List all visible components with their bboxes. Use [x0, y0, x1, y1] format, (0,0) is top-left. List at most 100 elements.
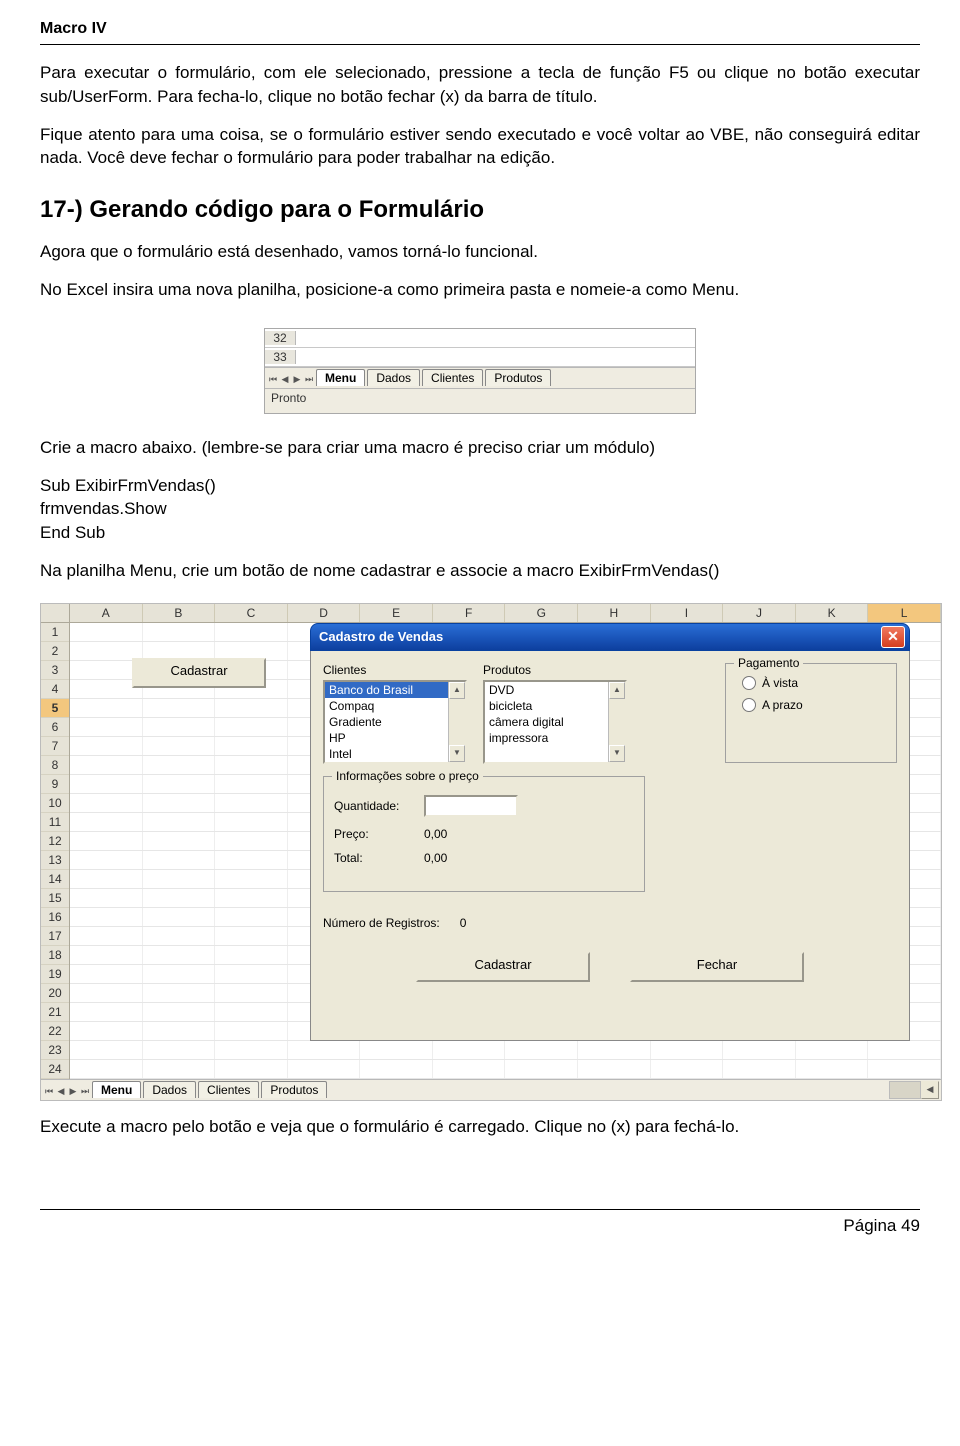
list-item[interactable]: Intel: [325, 746, 465, 762]
row-4[interactable]: 4: [41, 680, 69, 699]
code-block: Sub ExibirFrmVendas() frmvendas.Show End…: [40, 474, 920, 545]
clientes-listbox[interactable]: Banco do Brasil Compaq Gradiente HP Inte…: [323, 680, 467, 764]
radio-aprazo[interactable]: A prazo: [736, 694, 886, 716]
col-D[interactable]: D: [288, 604, 361, 622]
dialog-cadastro-vendas: Cadastro de Vendas ✕ Clientes Banco do B…: [310, 623, 910, 1047]
row-23[interactable]: 23: [41, 1041, 69, 1060]
row-5[interactable]: 5: [41, 699, 69, 718]
row-19[interactable]: 19: [41, 965, 69, 984]
produtos-listbox[interactable]: DVD bicicleta câmera digital impressora …: [483, 680, 627, 764]
list-item[interactable]: câmera digital: [485, 714, 625, 730]
row-3[interactable]: 3: [41, 661, 69, 680]
nav-prev-icon[interactable]: ◀: [55, 1086, 67, 1097]
listbox-scrollbar[interactable]: ▲ ▼: [448, 682, 465, 762]
cells-area[interactable]: Cadastrar Cadastro de Vendas ✕ Clientes …: [70, 623, 941, 1079]
list-item[interactable]: DVD: [485, 682, 625, 698]
tab-dados[interactable]: Dados: [367, 369, 420, 386]
list-item[interactable]: impressora: [485, 730, 625, 746]
col-G[interactable]: G: [505, 604, 578, 622]
col-J[interactable]: J: [723, 604, 796, 622]
tab-clientes[interactable]: Clientes: [198, 1081, 259, 1098]
tab-menu[interactable]: Menu: [316, 369, 365, 386]
nav-last-icon[interactable]: ⏭: [79, 1086, 91, 1097]
col-B[interactable]: B: [143, 604, 216, 622]
row-14[interactable]: 14: [41, 870, 69, 889]
info-preco-group: Informações sobre o preço Quantidade: Pr…: [323, 776, 645, 892]
page-number: Página 49: [843, 1216, 920, 1235]
row-2[interactable]: 2: [41, 642, 69, 661]
tab-produtos[interactable]: Produtos: [485, 369, 551, 386]
scroll-up-icon[interactable]: ▲: [449, 682, 465, 699]
col-I[interactable]: I: [651, 604, 724, 622]
list-item[interactable]: Banco do Brasil: [325, 682, 465, 698]
quantidade-input[interactable]: [424, 795, 518, 817]
nav-last-icon[interactable]: ⏭: [303, 374, 315, 385]
horizontal-scrollbar[interactable]: ◀: [889, 1081, 941, 1099]
scroll-up-icon[interactable]: ▲: [609, 682, 625, 699]
dialog-titlebar[interactable]: Cadastro de Vendas ✕: [310, 623, 910, 651]
row-16[interactable]: 16: [41, 908, 69, 927]
list-item[interactable]: Compaq: [325, 698, 465, 714]
sheet-nav-arrows[interactable]: ⏮◀▶⏭: [43, 1083, 91, 1097]
tab-produtos[interactable]: Produtos: [261, 1081, 327, 1098]
row-1[interactable]: 1: [41, 623, 69, 642]
cadastrar-button[interactable]: Cadastrar: [416, 952, 590, 982]
list-item[interactable]: Gradiente: [325, 714, 465, 730]
col-H[interactable]: H: [578, 604, 651, 622]
row-number: 32: [265, 331, 296, 345]
dialog-title: Cadastro de Vendas: [315, 629, 881, 644]
section-title: 17-) Gerando código para o Formulário: [40, 196, 920, 224]
row-13[interactable]: 13: [41, 851, 69, 870]
tab-dados[interactable]: Dados: [143, 1081, 196, 1098]
row-6[interactable]: 6: [41, 718, 69, 737]
row-15[interactable]: 15: [41, 889, 69, 908]
row-20[interactable]: 20: [41, 984, 69, 1003]
col-E[interactable]: E: [360, 604, 433, 622]
row-number: 33: [265, 350, 296, 364]
radio-icon[interactable]: [742, 698, 756, 712]
col-A[interactable]: A: [70, 604, 143, 622]
header-rule-top: [40, 44, 920, 45]
nav-next-icon[interactable]: ▶: [291, 374, 303, 385]
row-7[interactable]: 7: [41, 737, 69, 756]
select-all-corner[interactable]: [41, 604, 70, 622]
scroll-left-icon[interactable]: ◀: [921, 1081, 939, 1099]
paragraph-3: Agora que o formulário está desenhado, v…: [40, 240, 920, 264]
col-C[interactable]: C: [215, 604, 288, 622]
nav-first-icon[interactable]: ⏮: [43, 1086, 55, 1097]
list-item[interactable]: HP: [325, 730, 465, 746]
scroll-down-icon[interactable]: ▼: [609, 745, 625, 762]
row-numbers: 1 2 3 4 5 6 7 8 9 10 11 12 13 14 15 16 1…: [41, 623, 70, 1079]
fechar-button[interactable]: Fechar: [630, 952, 804, 982]
scroll-down-icon[interactable]: ▼: [449, 745, 465, 762]
radio-avista[interactable]: À vista: [736, 672, 886, 694]
row-10[interactable]: 10: [41, 794, 69, 813]
row-8[interactable]: 8: [41, 756, 69, 775]
close-icon[interactable]: ✕: [881, 626, 905, 648]
nav-prev-icon[interactable]: ◀: [279, 374, 291, 385]
nav-first-icon[interactable]: ⏮: [267, 374, 279, 385]
row-11[interactable]: 11: [41, 813, 69, 832]
tab-menu[interactable]: Menu: [92, 1081, 141, 1098]
row-21[interactable]: 21: [41, 1003, 69, 1022]
listbox-scrollbar[interactable]: ▲ ▼: [608, 682, 625, 762]
paragraph-7: Execute a macro pelo botão e veja que o …: [40, 1115, 920, 1139]
row-9[interactable]: 9: [41, 775, 69, 794]
sheet-nav-arrows[interactable]: ⏮◀▶⏭: [267, 371, 315, 385]
row-12[interactable]: 12: [41, 832, 69, 851]
col-K[interactable]: K: [796, 604, 869, 622]
row-18[interactable]: 18: [41, 946, 69, 965]
radio-icon[interactable]: [742, 676, 756, 690]
col-L[interactable]: L: [868, 604, 941, 622]
paragraph-1: Para executar o formulário, com ele sele…: [40, 61, 920, 109]
numreg-label: Número de Registros:: [323, 916, 440, 930]
nav-next-icon[interactable]: ▶: [67, 1086, 79, 1097]
total-label: Total:: [334, 851, 414, 865]
col-F[interactable]: F: [433, 604, 506, 622]
sheet-button-cadastrar[interactable]: Cadastrar: [132, 658, 266, 688]
tab-clientes[interactable]: Clientes: [422, 369, 483, 386]
row-17[interactable]: 17: [41, 927, 69, 946]
row-24[interactable]: 24: [41, 1060, 69, 1079]
list-item[interactable]: bicicleta: [485, 698, 625, 714]
row-22[interactable]: 22: [41, 1022, 69, 1041]
